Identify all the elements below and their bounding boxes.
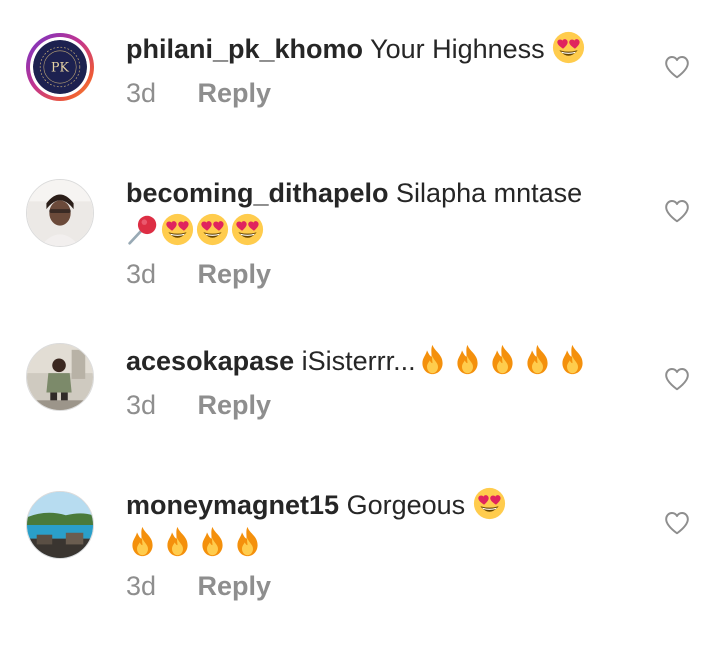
reply-button[interactable]: Reply [198, 78, 272, 108]
pushpin-emoji [126, 213, 159, 246]
avatar-image [27, 492, 93, 558]
heart-eyes-emoji [196, 213, 229, 246]
avatar-image: PK [33, 40, 87, 94]
heart-outline-icon[interactable] [664, 55, 690, 79]
avatar-image [27, 180, 93, 246]
heart-eyes-emoji [161, 213, 194, 246]
comment-meta: 3d Reply [126, 259, 271, 290]
fire-emoji [521, 343, 554, 376]
fire-emoji [126, 525, 159, 558]
comment-username[interactable]: philani_pk_khomo [126, 34, 363, 64]
heart-eyes-emoji [552, 31, 585, 64]
avatar-image [27, 344, 93, 410]
heart-outline-icon[interactable] [664, 199, 690, 223]
comment-body: Silapha mntase [396, 178, 583, 208]
comment-body: Gorgeous [346, 490, 466, 520]
comment-meta: 3d Reply [126, 390, 271, 421]
comment-text: moneymagnet15 Gorgeous [126, 486, 646, 562]
comment-text: acesokapase iSisterrr... [126, 342, 646, 380]
comment-timestamp: 3d [126, 390, 157, 420]
comment-body: iSisterrr... [301, 346, 416, 376]
fire-emoji [451, 343, 484, 376]
avatar-monogram: PK [51, 60, 69, 75]
fire-emoji [231, 525, 264, 558]
fire-emoji [416, 343, 449, 376]
comment-text: becoming_dithapelo Silapha mntase [126, 174, 646, 250]
comment-meta: 3d Reply [126, 78, 271, 109]
avatar[interactable]: PK [26, 33, 94, 101]
comment-timestamp: 3d [126, 78, 157, 108]
avatar-inner: PK [30, 37, 90, 97]
fire-emoji [556, 343, 589, 376]
fire-emoji [486, 343, 519, 376]
comment-timestamp: 3d [126, 259, 157, 289]
fire-emoji [196, 525, 229, 558]
reply-button[interactable]: Reply [198, 259, 272, 289]
comment-timestamp: 3d [126, 571, 157, 601]
comment-text: philani_pk_khomo Your Highness [126, 30, 646, 68]
heart-eyes-emoji [231, 213, 264, 246]
comment-body: Your Highness [370, 34, 545, 64]
avatar[interactable] [26, 179, 94, 247]
avatar[interactable] [26, 491, 94, 559]
comment-meta: 3d Reply [126, 571, 271, 602]
heart-outline-icon[interactable] [664, 511, 690, 535]
reply-button[interactable]: Reply [198, 390, 272, 420]
comment-username[interactable]: acesokapase [126, 346, 294, 376]
heart-eyes-emoji [473, 487, 506, 520]
heart-outline-icon[interactable] [664, 367, 690, 391]
reply-button[interactable]: Reply [198, 571, 272, 601]
fire-emoji [161, 525, 194, 558]
comment-username[interactable]: moneymagnet15 [126, 490, 339, 520]
comment-username[interactable]: becoming_dithapelo [126, 178, 389, 208]
avatar[interactable] [26, 343, 94, 411]
